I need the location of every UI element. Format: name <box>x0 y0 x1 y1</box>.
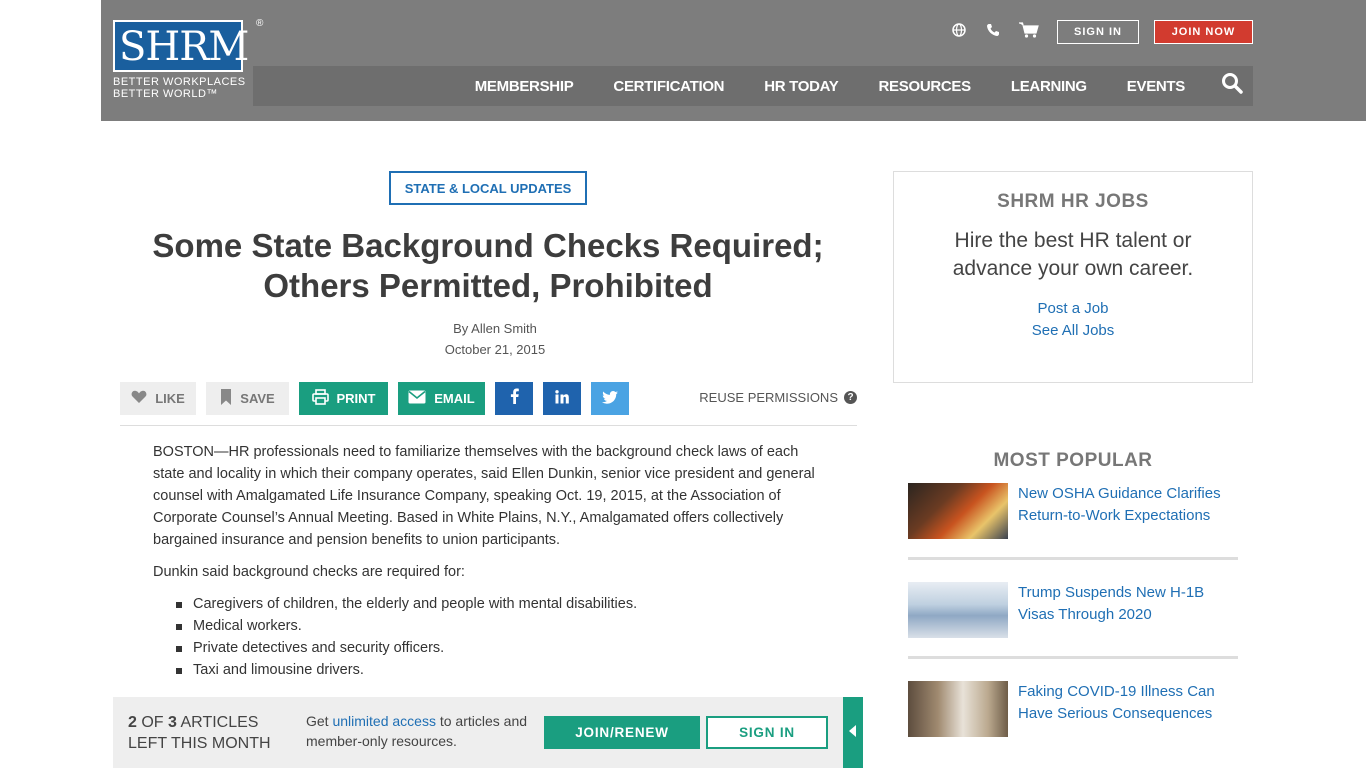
popular-item-link[interactable]: New OSHA Guidance Clarifies Return-to-Wo… <box>1018 483 1243 527</box>
help-icon: ? <box>844 391 857 404</box>
like-button[interactable]: LIKE <box>120 382 196 415</box>
list-item: Private detectives and security officers… <box>153 637 823 659</box>
header-join-now-button[interactable]: JOIN NOW <box>1154 20 1253 44</box>
jobs-links: Post a Job See All Jobs <box>894 298 1252 342</box>
jobs-title: SHRM HR JOBS <box>997 191 1149 212</box>
jobs-subtitle: Hire the best HR talent or advance your … <box>952 229 1194 280</box>
byline: By Allen Smith October 21, 2015 <box>120 318 870 360</box>
facebook-icon <box>510 388 519 409</box>
post-a-job-link[interactable]: Post a Job <box>894 298 1252 320</box>
meter-message-pre: Get <box>306 713 329 729</box>
publish-date: October 21, 2015 <box>444 342 546 357</box>
requirements-list: Caregivers of children, the elderly and … <box>153 593 823 681</box>
paragraph-2: Dunkin said background checks are requir… <box>153 564 465 580</box>
save-label: SAVE <box>240 391 275 406</box>
main-nav: MEMBERSHIP CERTIFICATION HR TODAY RESOUR… <box>253 66 1253 106</box>
meter-message: Get unlimited access to articles and mem… <box>306 711 531 751</box>
list-item: Medical workers. <box>153 615 823 637</box>
print-button[interactable]: PRINT <box>299 382 388 415</box>
collapse-meter-button[interactable] <box>843 697 863 768</box>
nav-resources[interactable]: RESOURCES <box>879 78 972 95</box>
globe-icon[interactable] <box>951 22 967 42</box>
article-title: Some State Background Checks Required; O… <box>152 227 824 304</box>
paragraph-1: BOSTON—HR professionals need to familiar… <box>153 444 815 548</box>
envelope-icon <box>408 390 426 408</box>
popular-item[interactable]: Faking COVID-19 Illness Can Have Serious… <box>908 681 1238 758</box>
site-header: SHRM ® BETTER WORKPLACES BETTER WORLD™ S… <box>101 0 1366 121</box>
twitter-icon <box>602 390 618 407</box>
hr-jobs-widget: SHRM HR JOBS Hire the best HR talent or … <box>893 171 1253 383</box>
reuse-permissions-label: REUSE PERMISSIONS <box>699 390 838 405</box>
nav-learning[interactable]: LEARNING <box>1011 78 1087 95</box>
phone-icon[interactable] <box>985 23 1001 42</box>
popular-thumbnail[interactable] <box>908 582 1008 638</box>
category-tag[interactable]: STATE & LOCAL UPDATES <box>389 171 587 205</box>
linkedin-icon <box>555 390 569 407</box>
popular-thumbnail[interactable] <box>908 681 1008 737</box>
shrm-logo[interactable]: SHRM ® BETTER WORKPLACES BETTER WORLD™ <box>113 18 263 104</box>
article-meter-bar: 2 OF 3 ARTICLES LEFT THIS MONTH Get unli… <box>113 697 843 768</box>
email-label: EMAIL <box>434 391 475 406</box>
author: By Allen Smith <box>453 321 537 336</box>
articles-of: OF <box>141 714 164 731</box>
logo-tagline-line-2: BETTER WORLD™ <box>113 88 218 100</box>
nav-hr-today[interactable]: HR TODAY <box>764 78 839 95</box>
print-label: PRINT <box>336 391 376 406</box>
chevron-left-icon <box>849 725 857 740</box>
email-button[interactable]: EMAIL <box>398 382 485 415</box>
articles-count: 2 <box>128 714 137 731</box>
articles-total: 3 <box>168 714 177 731</box>
divider <box>120 425 857 426</box>
save-button[interactable]: SAVE <box>206 382 289 415</box>
twitter-share-button[interactable] <box>591 382 629 415</box>
unlimited-access-link[interactable]: unlimited access <box>332 713 436 729</box>
logo-tagline-line-1: BETTER WORKPLACES <box>113 76 246 88</box>
popular-item-link[interactable]: Faking COVID-19 Illness Can Have Serious… <box>1018 681 1243 725</box>
popular-item[interactable]: Trump Suspends New H-1B Visas Through 20… <box>908 582 1238 659</box>
logo-registered-mark: ® <box>256 18 264 29</box>
see-all-jobs-link[interactable]: See All Jobs <box>894 320 1252 342</box>
nav-events[interactable]: EVENTS <box>1127 78 1186 95</box>
heart-icon <box>131 390 147 408</box>
meter-sign-in-button[interactable]: SIGN IN <box>706 716 828 749</box>
bookmark-icon <box>220 388 232 409</box>
list-item: Caregivers of children, the elderly and … <box>153 593 823 615</box>
articles-label: ARTICLES <box>180 714 259 731</box>
linkedin-share-button[interactable] <box>543 382 581 415</box>
articles-remaining-line-1: 2 OF 3 ARTICLES <box>128 712 271 733</box>
articles-remaining-line-2: LEFT THIS MONTH <box>128 735 271 752</box>
cart-icon[interactable] <box>1019 21 1039 43</box>
nav-membership[interactable]: MEMBERSHIP <box>475 78 574 95</box>
search-icon[interactable] <box>1221 72 1243 100</box>
logo-box: SHRM <box>113 20 249 72</box>
popular-item[interactable]: New OSHA Guidance Clarifies Return-to-Wo… <box>908 483 1238 560</box>
article-body: BOSTON—HR professionals need to familiar… <box>153 441 823 681</box>
facebook-share-button[interactable] <box>495 382 533 415</box>
articles-remaining: 2 OF 3 ARTICLES LEFT THIS MONTH <box>128 712 271 754</box>
share-toolbar: LIKE SAVE PRINT EMAIL REUSE PERMISSIONS <box>120 382 857 416</box>
popular-thumbnail[interactable] <box>908 483 1008 539</box>
header-sign-in-button[interactable]: SIGN IN <box>1057 20 1139 44</box>
printer-icon <box>311 388 329 409</box>
list-item: Taxi and limousine drivers. <box>153 659 823 681</box>
like-label: LIKE <box>155 391 185 406</box>
nav-certification[interactable]: CERTIFICATION <box>613 78 724 95</box>
logo-letters: SHRM <box>119 24 249 70</box>
popular-item-link[interactable]: Trump Suspends New H-1B Visas Through 20… <box>1018 582 1243 626</box>
most-popular-heading: MOST POPULAR <box>993 450 1153 471</box>
reuse-permissions-link[interactable]: REUSE PERMISSIONS ? <box>699 390 857 405</box>
join-renew-button[interactable]: JOIN/RENEW <box>544 716 700 749</box>
utility-bar: SIGN IN JOIN NOW <box>951 20 1253 44</box>
logo-tagline: BETTER WORKPLACES BETTER WORLD™ <box>113 76 253 100</box>
